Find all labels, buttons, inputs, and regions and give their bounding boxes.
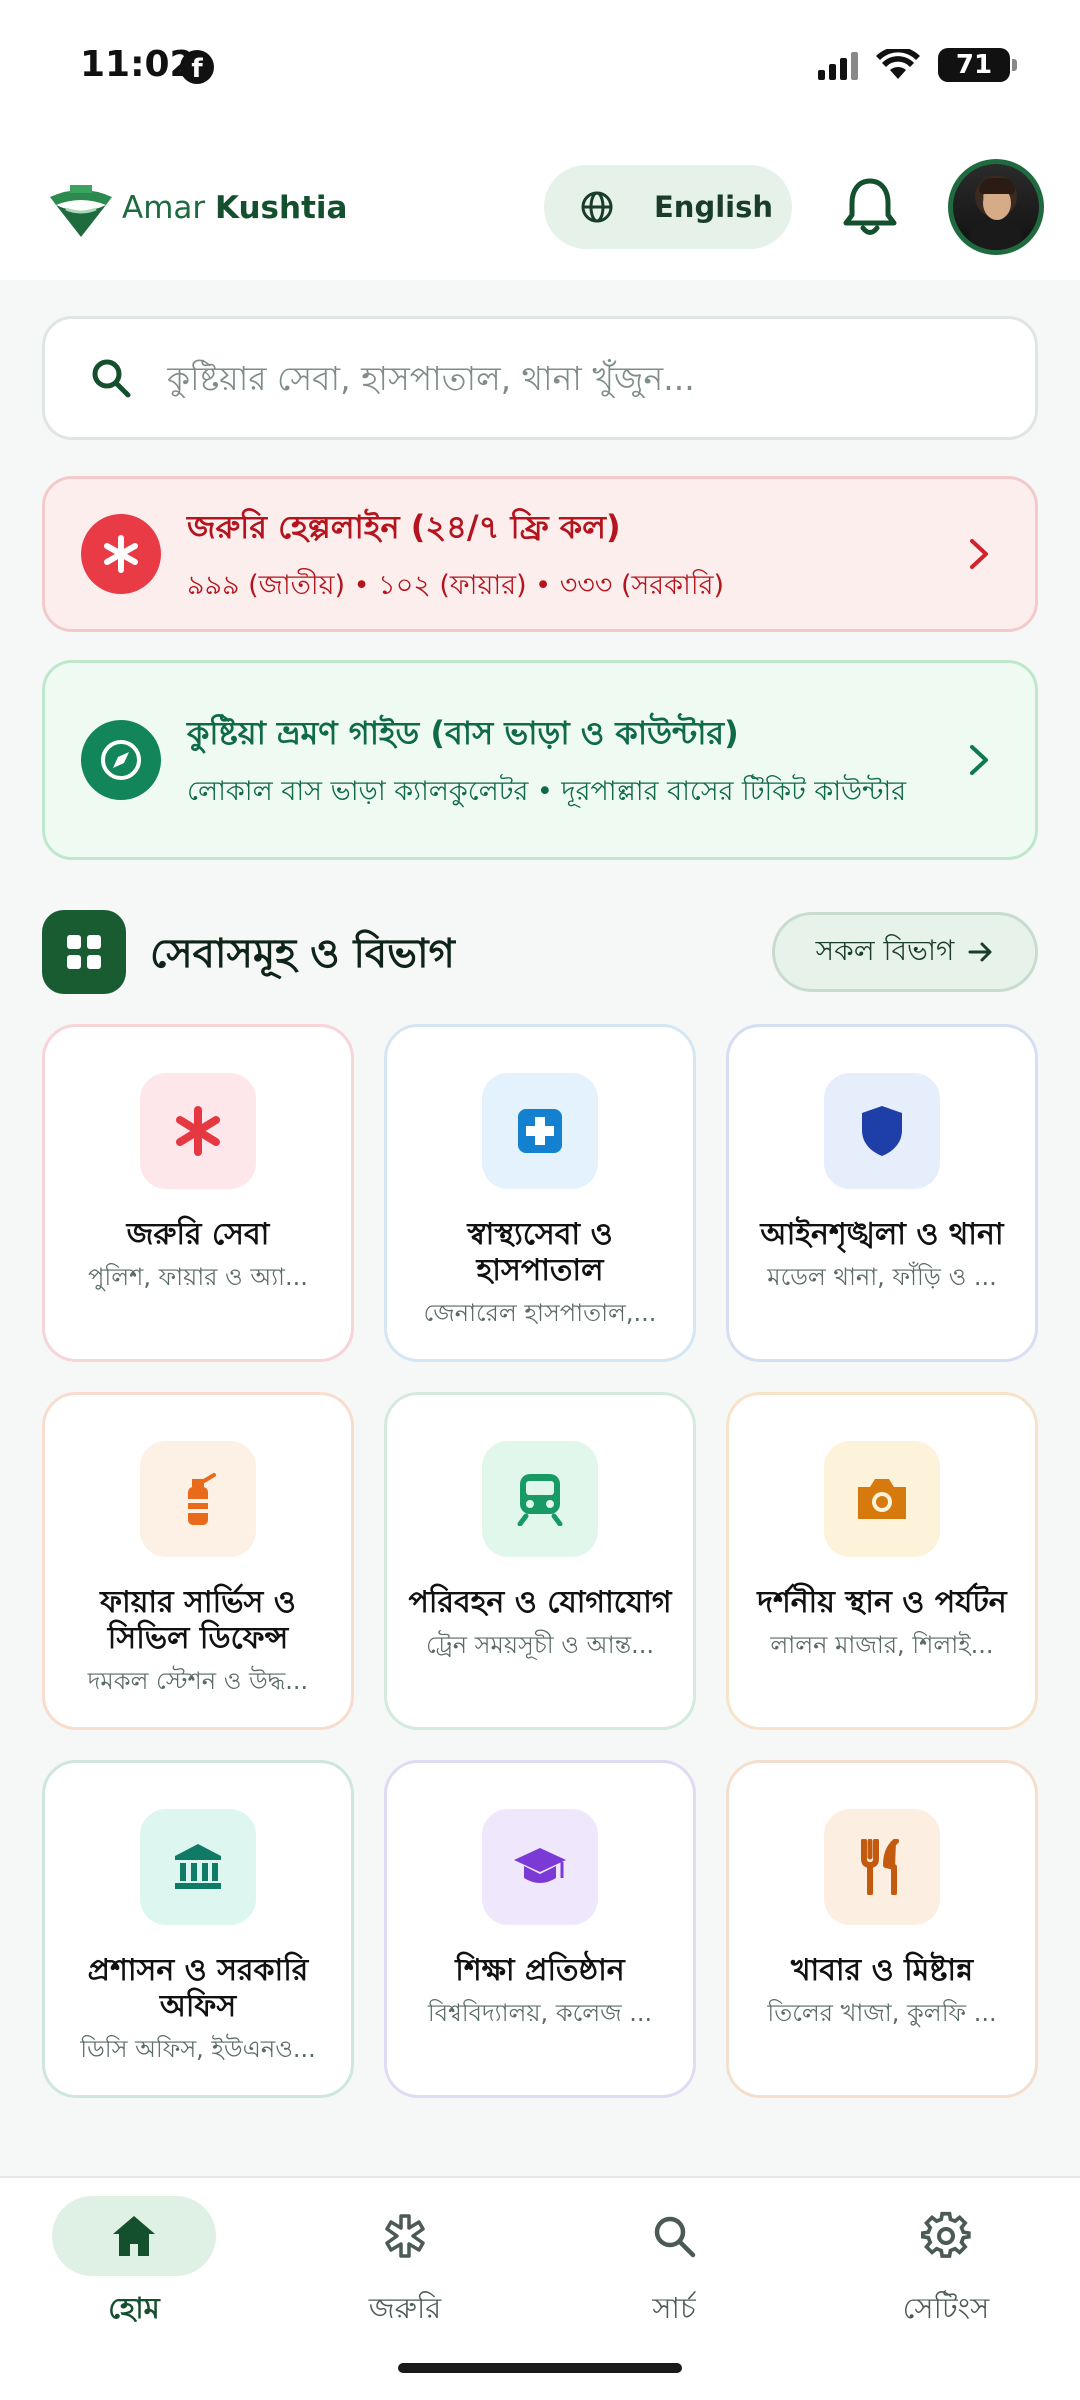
- category-subtitle: বিশ্ববিদ্যালয়, কলেজ ...: [427, 1999, 653, 2027]
- all-departments-button[interactable]: সকল বিভাগ: [772, 912, 1038, 992]
- category-grid: জরুরি সেবা পুলিশ, ফায়ার ও অ্যা... স্বাস…: [42, 1024, 1038, 2098]
- nav-item-home[interactable]: হোম: [34, 2196, 234, 2335]
- nav-label: হোম: [108, 2291, 160, 2325]
- user-avatar[interactable]: [948, 159, 1044, 255]
- category-title: দর্শনীয় স্থান ও পর্যটন: [757, 1585, 1007, 1620]
- grid-icon: [42, 910, 126, 994]
- nav-pill: [864, 2196, 1028, 2276]
- services-section-header: সেবাসমূহ ও বিভাগ সকল বিভাগ: [42, 908, 1038, 994]
- category-subtitle: মডেল থানা, ফাঁড়ি ও ...: [767, 1263, 997, 1291]
- category-title: খাবার ও মিষ্টান্ন: [790, 1953, 974, 1988]
- travel-banner-text: কুষ্টিয়া ভ্রমণ গাইড (বাস ভাড়া ও কাউন্ট…: [187, 708, 927, 811]
- section-title: সেবাসমূহ ও বিভাগ: [150, 931, 455, 977]
- language-label: English: [654, 190, 774, 224]
- category-title: পরিবহন ও যোগাযোগ: [408, 1585, 672, 1620]
- medical-cross-icon: [482, 1073, 598, 1189]
- category-title: ফায়ার সার্ভিস ও সিভিল ডিফেন্স: [100, 1585, 296, 1656]
- fork-knife-icon: [824, 1809, 940, 1925]
- emergency-banner-subtitle: ৯৯৯ (জাতীয়) • ১০২ (ফায়ার) • ৩৩৩ (সরকার…: [187, 570, 724, 602]
- facebook-notification-icon: f: [180, 50, 214, 84]
- app-logo[interactable]: Amar Kushtia: [46, 175, 347, 241]
- chevron-right-icon: [970, 539, 988, 569]
- home-icon: [113, 2216, 155, 2256]
- avatar-body: [969, 220, 1023, 250]
- category-title: আইনশৃঙ্খলা ও থানা: [760, 1217, 1004, 1252]
- globe-icon: [581, 191, 613, 223]
- search-icon: [654, 2216, 696, 2258]
- nav-pill: [323, 2196, 487, 2276]
- category-card-tourism[interactable]: দর্শনীয় স্থান ও পর্যটন লালন মাজার, শিলা…: [726, 1392, 1038, 1730]
- train-icon: [482, 1441, 598, 1557]
- language-toggle-button[interactable]: English: [544, 165, 792, 249]
- home-indicator[interactable]: [398, 2363, 682, 2373]
- camera-icon: [824, 1441, 940, 1557]
- nav-item-emergency[interactable]: জরুরি: [305, 2196, 505, 2335]
- category-subtitle: তিলের খাজা, কুলফি ...: [767, 1999, 997, 2027]
- asterisk-outline-icon: [385, 2214, 425, 2258]
- nav-item-settings[interactable]: সেটিংস: [846, 2196, 1046, 2335]
- status-bar: 11:02 f 71: [0, 0, 1080, 135]
- graduation-cap-icon: [482, 1809, 598, 1925]
- app-header: Amar Kushtia English: [0, 135, 1080, 280]
- nav-label: সার্চ: [652, 2291, 696, 2325]
- institution-icon: [140, 1809, 256, 1925]
- search-icon: [92, 359, 131, 398]
- arrow-right-icon: [968, 942, 992, 962]
- fire-extinguisher-icon: [140, 1441, 256, 1557]
- status-time: 11:02: [80, 44, 195, 85]
- shield-icon: [824, 1073, 940, 1189]
- category-card-health[interactable]: স্বাস্থ্যসেবা ও হাসপাতাল জেনারেল হাসপাতা…: [384, 1024, 696, 1362]
- category-card-fire-service[interactable]: ফায়ার সার্ভিস ও সিভিল ডিফেন্স দমকল স্টে…: [42, 1392, 354, 1730]
- emergency-helpline-banner[interactable]: জরুরি হেল্পলাইন (২৪/৭ ফ্রি কল) ৯৯৯ (জাতী…: [42, 476, 1038, 632]
- emergency-banner-text: জরুরি হেল্পলাইন (২৪/৭ ফ্রি কল) ৯৯৯ (জাতী…: [187, 502, 927, 605]
- asterisk-icon: [140, 1073, 256, 1189]
- search-bar[interactable]: [42, 316, 1038, 440]
- nav-label: সেটিংস: [902, 2291, 990, 2325]
- compass-icon: [81, 720, 161, 800]
- category-subtitle: লালন মাজার, শিলাই...: [770, 1631, 994, 1659]
- nav-pill: [592, 2196, 756, 2276]
- nav-item-search[interactable]: সার্চ: [574, 2196, 774, 2335]
- travel-banner-title: কুষ্টিয়া ভ্রমণ গাইড (বাস ভাড়া ও কাউন্ট…: [187, 714, 739, 753]
- category-title: প্রশাসন ও সরকারি অফিস: [87, 1953, 309, 2024]
- notification-bell-icon[interactable]: [840, 175, 900, 239]
- battery-icon: 71: [938, 48, 1017, 82]
- status-icons: 71: [818, 48, 1017, 82]
- nav-pill: [52, 2196, 216, 2276]
- nav-label: জরুরি: [368, 2291, 442, 2325]
- travel-banner-subtitle: লোকাল বাস ভাড়া ক্যালকুলেটর • দূরপাল্লার…: [187, 776, 907, 808]
- category-card-law-order[interactable]: আইনশৃঙ্খলা ও থানা মডেল থানা, ফাঁড়ি ও ..…: [726, 1024, 1038, 1362]
- app-name: Amar Kushtia: [122, 190, 347, 226]
- travel-guide-banner[interactable]: কুষ্টিয়া ভ্রমণ গাইড (বাস ভাড়া ও কাউন্ট…: [42, 660, 1038, 860]
- category-title: শিক্ষা প্রতিষ্ঠান: [455, 1953, 625, 1988]
- category-subtitle: ট্রেন সময়সূচী ও আন্ত...: [425, 1631, 655, 1659]
- category-card-emergency[interactable]: জরুরি সেবা পুলিশ, ফায়ার ও অ্যা...: [42, 1024, 354, 1362]
- category-card-education[interactable]: শিক্ষা প্রতিষ্ঠান বিশ্ববিদ্যালয়, কলেজ .…: [384, 1760, 696, 2098]
- category-subtitle: জেনারেল হাসপাতাল,...: [423, 1299, 657, 1327]
- gear-icon: [921, 2211, 971, 2258]
- category-subtitle: ডিসি অফিস, ইউএনও...: [80, 2035, 316, 2063]
- cellular-signal-icon: [818, 50, 858, 80]
- avatar-hair: [979, 178, 1015, 194]
- category-subtitle: দমকল স্টেশন ও উদ্ধ...: [87, 1667, 309, 1695]
- category-card-transport[interactable]: পরিবহন ও যোগাযোগ ট্রেন সময়সূচী ও আন্ত..…: [384, 1392, 696, 1730]
- category-subtitle: পুলিশ, ফায়ার ও অ্যা...: [88, 1263, 308, 1291]
- app-name-part1: Amar: [122, 190, 215, 226]
- asterisk-icon: [81, 514, 161, 594]
- emergency-banner-title: জরুরি হেল্পলাইন (২৪/৭ ফ্রি কল): [187, 508, 621, 547]
- category-card-administration[interactable]: প্রশাসন ও সরকারি অফিস ডিসি অফিস, ইউএনও..…: [42, 1760, 354, 2098]
- search-input[interactable]: [167, 358, 987, 398]
- chevron-right-icon: [970, 745, 988, 775]
- all-departments-label: সকল বিভাগ: [815, 933, 955, 967]
- category-title: জরুরি সেবা: [126, 1217, 270, 1252]
- app-name-part2: Kushtia: [215, 190, 348, 226]
- wifi-icon: [876, 49, 920, 79]
- category-title: স্বাস্থ্যসেবা ও হাসপাতাল: [467, 1217, 613, 1288]
- logo-mark-icon: [50, 185, 112, 237]
- category-card-food[interactable]: খাবার ও মিষ্টান্ন তিলের খাজা, কুলফি ...: [726, 1760, 1038, 2098]
